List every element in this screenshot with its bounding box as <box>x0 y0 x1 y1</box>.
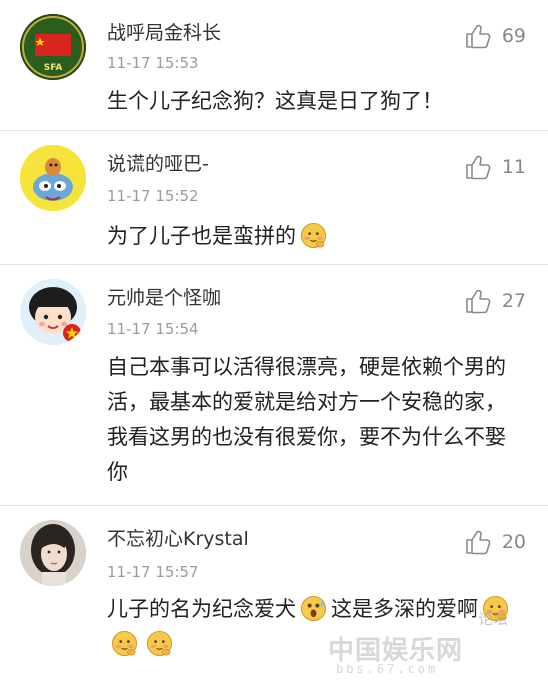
thumbs-up-icon <box>466 24 491 49</box>
woman-photo-avatar-image <box>20 520 86 586</box>
cartoon-girl-avatar-image <box>20 279 86 345</box>
comment-text-part: 儿子的名为纪念爱犬 <box>107 597 296 621</box>
watermark-url: bbs.67.com <box>336 662 439 676</box>
comment-item: 说谎的哑巴- 11-17 15:52 11 为了儿子也是蛮拼的 <box>0 131 548 265</box>
svg-text:SFA: SFA <box>44 63 63 73</box>
username[interactable]: 不忘初心Krystal <box>107 524 249 551</box>
timestamp: 11-17 15:52 <box>107 187 199 205</box>
timestamp: 11-17 15:57 <box>107 563 199 581</box>
watermark-tag: 论坛 <box>477 610 508 628</box>
like-button[interactable]: 69 <box>464 22 526 50</box>
avatar[interactable] <box>20 145 86 211</box>
avatar[interactable] <box>20 520 86 586</box>
comment-item: SFA 战呼局金科长 11-17 15:53 69 生个儿子纪念狗？这真是日了狗… <box>0 0 548 131</box>
username[interactable]: 元帅是个怪咖 <box>107 283 221 310</box>
comment-text-part: 为了儿子也是蛮拼的 <box>107 224 296 248</box>
site-watermark: 论坛 中国娱乐网 bbs.67.com <box>328 608 538 678</box>
thumbs-up-icon <box>466 155 491 180</box>
sfa-flag-avatar-image: SFA <box>20 14 86 80</box>
like-count: 20 <box>501 531 526 553</box>
thumbs-up-icon <box>466 530 491 555</box>
comment-text: 为了儿子也是蛮拼的 <box>107 219 527 254</box>
comment-text: 自己本事可以活得很漂亮，硬是依赖个男的活，最基本的爱就是给对方一个安稳的家，我看… <box>107 355 506 484</box>
like-count: 11 <box>501 156 526 178</box>
cartoon-mouse-avatar-image <box>20 145 86 211</box>
username[interactable]: 战呼局金科长 <box>107 18 221 45</box>
comment-text: 生个儿子纪念狗？这真是日了狗了！ <box>107 89 443 113</box>
like-button[interactable]: 11 <box>464 153 526 181</box>
like-count: 69 <box>501 25 526 47</box>
timestamp: 11-17 15:54 <box>107 320 199 338</box>
timestamp: 11-17 15:53 <box>107 54 199 72</box>
shy-face-emoji <box>111 630 138 657</box>
avatar[interactable]: SFA <box>20 14 86 80</box>
surprised-face-emoji <box>300 595 327 622</box>
username[interactable]: 说谎的哑巴- <box>107 149 209 176</box>
comment-item: 元帅是个怪咖 11-17 15:54 27 自己本事可以活得很漂亮，硬是依赖个男… <box>0 265 548 506</box>
like-button[interactable]: 20 <box>464 528 526 556</box>
avatar[interactable] <box>20 279 86 345</box>
shy-face-emoji <box>146 630 173 657</box>
shy-face-emoji <box>300 222 327 249</box>
like-count: 27 <box>501 290 526 312</box>
like-button[interactable]: 27 <box>464 287 526 315</box>
thumbs-up-icon <box>466 289 491 314</box>
